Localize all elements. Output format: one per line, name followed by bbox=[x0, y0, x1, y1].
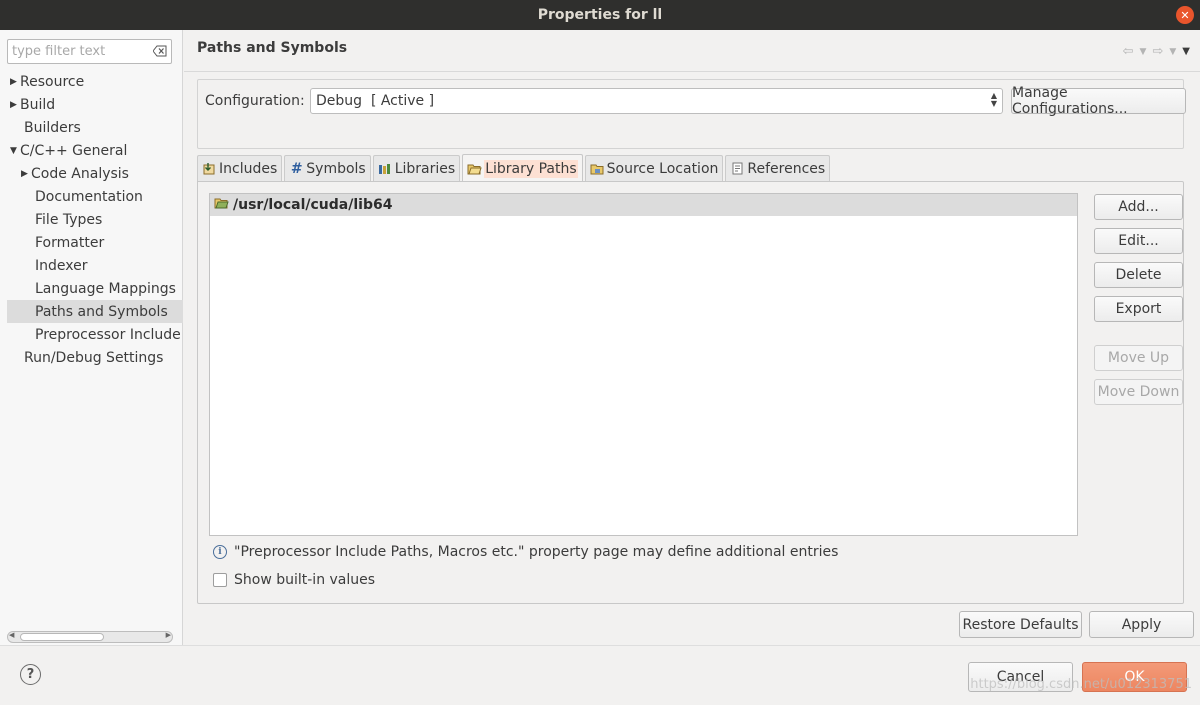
filter-field[interactable] bbox=[7, 39, 172, 64]
scroll-right-icon[interactable]: ▶ bbox=[166, 631, 171, 639]
window-title: Properties for ll bbox=[537, 7, 663, 23]
category-tree: ▶ Resource ▶ Build Builders ▼ C/C++ General… bbox=[0, 70, 183, 369]
delete-button[interactable]: Delete bbox=[1094, 262, 1183, 288]
filter-input[interactable] bbox=[8, 40, 148, 63]
references-icon bbox=[730, 162, 745, 175]
includes-icon bbox=[202, 162, 217, 175]
page-header: Paths and Symbols ⇦ ▼ ⇨ ▼ ▼ bbox=[184, 30, 1200, 72]
hash-icon: # bbox=[290, 160, 303, 177]
tree-item-file-types[interactable]: File Types bbox=[0, 208, 183, 231]
tab-source-location[interactable]: Source Location bbox=[584, 155, 724, 181]
category-panel: ▶Resource ▶Build Builders ▼C/C++ General… bbox=[0, 30, 183, 645]
forward-menu-chevron-icon[interactable]: ▼ bbox=[1169, 47, 1176, 57]
window-titlebar: Properties for ll ✕ bbox=[0, 0, 1200, 30]
restore-defaults-button[interactable]: Restore Defaults bbox=[959, 611, 1082, 638]
properties-page: Paths and Symbols ⇦ ▼ ⇨ ▼ ▼ Configuratio… bbox=[184, 30, 1200, 645]
tab-strip: Includes # Symbols Libraries Library Pat… bbox=[197, 154, 831, 182]
show-builtin-label: Show built-in values bbox=[234, 572, 376, 588]
scroll-thumb[interactable] bbox=[20, 633, 104, 641]
info-text: "Preprocessor Include Paths, Macros etc.… bbox=[234, 544, 839, 560]
export-button[interactable]: Export bbox=[1094, 296, 1183, 322]
info-icon: i bbox=[213, 545, 227, 559]
tab-references[interactable]: References bbox=[725, 155, 831, 181]
configuration-value: Debug [ Active ] bbox=[316, 93, 435, 109]
tree-item-paths-and-symbols[interactable]: Paths and Symbols bbox=[7, 300, 183, 323]
tree-item-cpp-general[interactable]: ▼ C/C++ General bbox=[0, 139, 183, 162]
page-title: Paths and Symbols bbox=[197, 40, 348, 56]
collapse-arrow-icon[interactable]: ▼ bbox=[7, 146, 20, 156]
back-arrow-icon[interactable]: ⇦ bbox=[1123, 44, 1134, 59]
tree-item-build[interactable]: ▶ Build bbox=[0, 93, 183, 116]
tree-item-formatter[interactable]: Formatter bbox=[0, 231, 183, 254]
source-folder-icon bbox=[590, 162, 605, 175]
tree-item-language-mappings[interactable]: Language Mappings bbox=[0, 277, 183, 300]
show-builtin-option[interactable]: Show built-in values bbox=[213, 572, 375, 588]
expand-arrow-icon[interactable]: ▶ bbox=[7, 77, 20, 87]
history-nav: ⇦ ▼ ⇨ ▼ ▼ bbox=[1123, 44, 1190, 59]
library-paths-panel: /usr/local/cuda/lib64 Add... Edit... Del… bbox=[197, 181, 1184, 604]
move-up-button[interactable]: Move Up bbox=[1094, 345, 1183, 371]
horizontal-scrollbar[interactable]: ◀ ▶ bbox=[7, 631, 173, 643]
library-paths-list[interactable]: /usr/local/cuda/lib64 bbox=[209, 193, 1078, 536]
view-menu-icon[interactable]: ▼ bbox=[1182, 46, 1190, 57]
configuration-select[interactable]: Debug [ Active ] ▲ ▼ bbox=[310, 88, 1003, 114]
manage-configurations-button[interactable]: Manage Configurations... bbox=[1011, 85, 1186, 117]
tree-item-documentation[interactable]: Documentation bbox=[0, 185, 183, 208]
dialog-footer: ? Cancel OK https://blog.csdn.net/u01231… bbox=[0, 645, 1200, 705]
tree-item-resource[interactable]: ▶ Resource bbox=[0, 70, 183, 93]
tree-item-indexer[interactable]: Indexer bbox=[0, 254, 183, 277]
list-item[interactable]: /usr/local/cuda/lib64 bbox=[210, 194, 1077, 216]
edit-button[interactable]: Edit... bbox=[1094, 228, 1183, 254]
watermark: https://blog.csdn.net/u012313751 bbox=[970, 677, 1192, 692]
apply-button[interactable]: Apply bbox=[1089, 611, 1194, 638]
add-button[interactable]: Add... bbox=[1094, 194, 1183, 220]
info-message: i "Preprocessor Include Paths, Macros et… bbox=[213, 544, 838, 560]
tab-libraries[interactable]: Libraries bbox=[372, 155, 461, 181]
tab-library-paths[interactable]: Library Paths bbox=[462, 154, 583, 182]
expand-arrow-icon[interactable]: ▶ bbox=[18, 169, 31, 179]
configuration-label: Configuration: bbox=[205, 93, 305, 109]
close-icon[interactable]: ✕ bbox=[1176, 6, 1194, 24]
updown-arrows-icon: ▲ ▼ bbox=[990, 91, 997, 108]
show-builtin-checkbox[interactable] bbox=[213, 573, 227, 587]
forward-arrow-icon[interactable]: ⇨ bbox=[1152, 44, 1163, 59]
scroll-left-icon[interactable]: ◀ bbox=[9, 631, 14, 639]
move-down-button[interactable]: Move Down bbox=[1094, 379, 1183, 405]
clear-filter-icon[interactable] bbox=[152, 45, 167, 57]
tree-item-code-analysis[interactable]: ▶ Code Analysis bbox=[0, 162, 183, 185]
tab-includes[interactable]: Includes bbox=[197, 155, 283, 181]
tree-item-builders[interactable]: Builders bbox=[0, 116, 183, 139]
configuration-group: Configuration: Debug [ Active ] ▲ ▼ Manag… bbox=[197, 79, 1186, 149]
expand-arrow-icon[interactable]: ▶ bbox=[7, 100, 20, 110]
libraries-icon bbox=[378, 162, 393, 175]
folder-icon bbox=[467, 162, 482, 175]
tab-symbols[interactable]: # Symbols bbox=[284, 155, 371, 181]
folder-icon bbox=[214, 197, 229, 213]
tree-item-run-debug-settings[interactable]: Run/Debug Settings bbox=[0, 346, 183, 369]
help-icon[interactable]: ? bbox=[20, 664, 41, 685]
back-menu-chevron-icon[interactable]: ▼ bbox=[1140, 47, 1147, 57]
tree-item-preprocessor-include[interactable]: Preprocessor Include bbox=[0, 323, 183, 346]
